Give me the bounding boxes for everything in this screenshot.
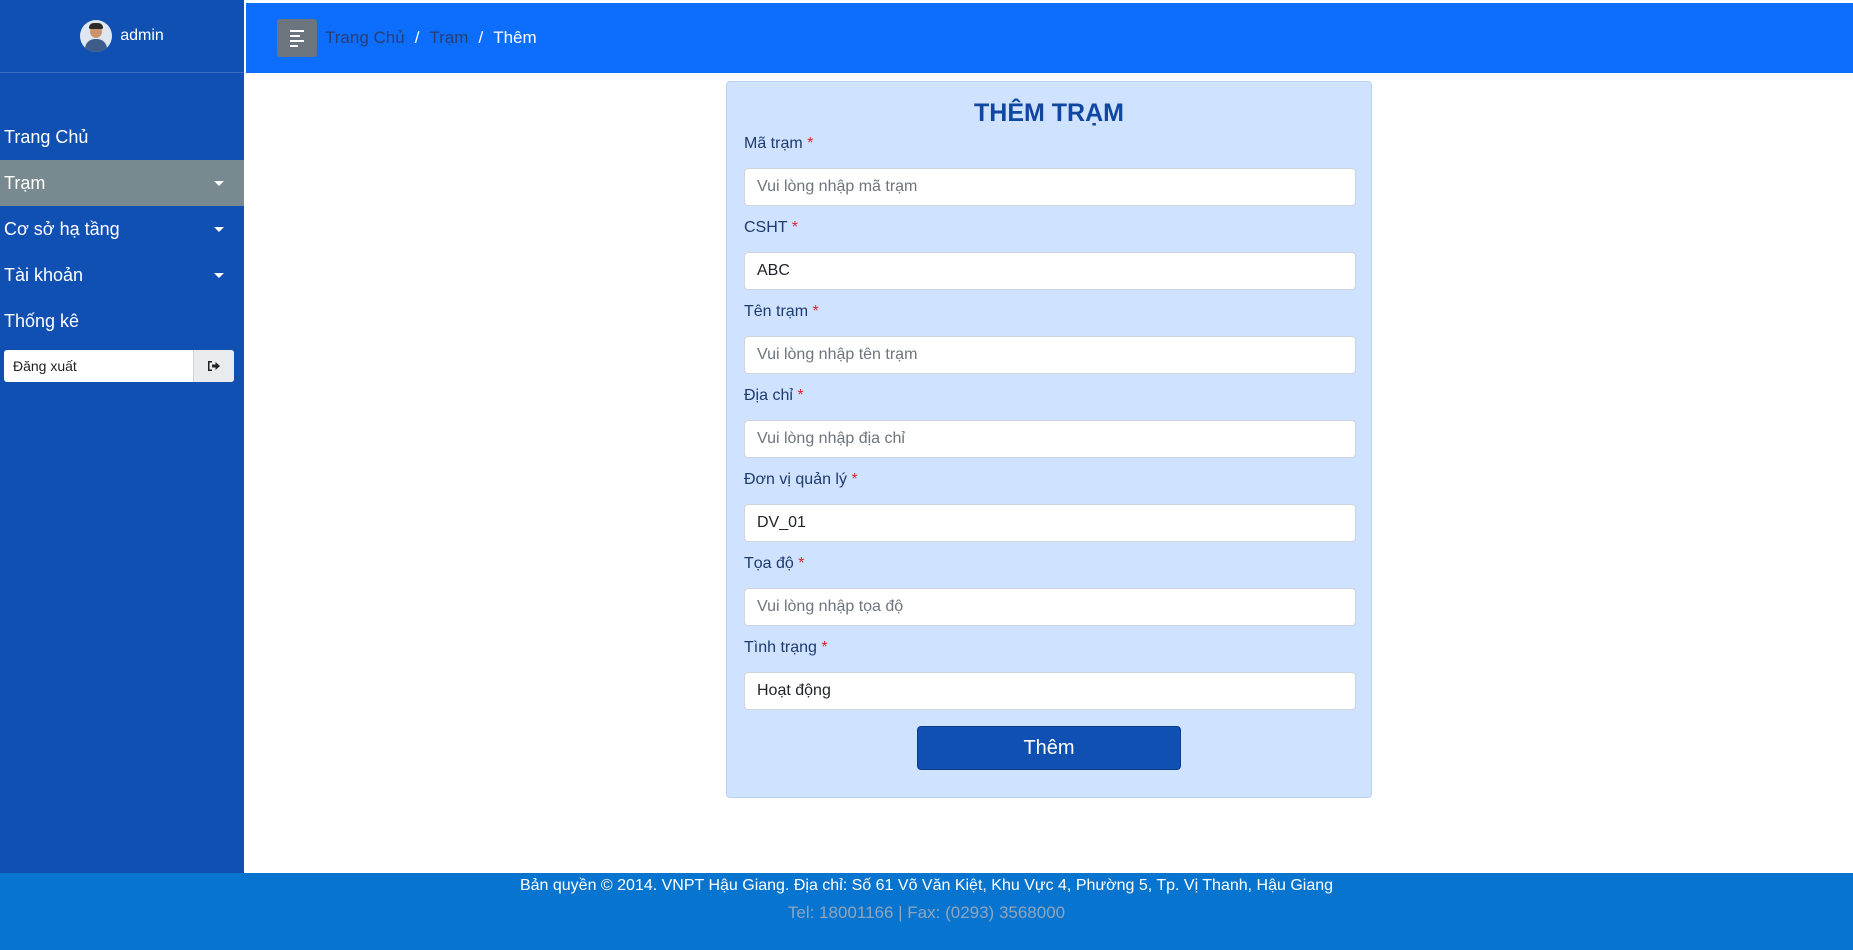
add-station-form: THÊM TRẠM Mã trạm * CSHT * Tên trạm * Đị… xyxy=(726,81,1372,798)
required-mark: * xyxy=(821,639,828,656)
sidebar-item-tai-khoan[interactable]: Tài khoản xyxy=(0,252,244,298)
sidebar: admin Trang Chủ Trạm Cơ sở hạ tầng Tài k… xyxy=(0,0,244,873)
logout-label[interactable]: Đăng xuất xyxy=(4,350,193,382)
user-area: admin xyxy=(0,0,244,73)
field-label: CSHT * xyxy=(744,219,798,236)
menu-toggle-icon[interactable] xyxy=(277,19,317,57)
sign-out-icon[interactable] xyxy=(193,350,234,382)
required-mark: * xyxy=(797,387,804,404)
field-label: Mã trạm * xyxy=(744,135,814,152)
don-vi-quan-ly-input[interactable] xyxy=(744,504,1356,542)
sidebar-item-label: Trang Chủ xyxy=(4,126,89,147)
caret-down-icon xyxy=(214,180,224,186)
required-mark: * xyxy=(807,135,814,152)
breadcrumb: Trang Chủ / Trạm / Thêm xyxy=(325,28,537,48)
ten-tram-input[interactable] xyxy=(744,336,1356,374)
field-ten-tram: Tên trạm * xyxy=(744,300,1356,374)
ma-tram-input[interactable] xyxy=(744,168,1356,206)
breadcrumb-separator: / xyxy=(414,28,420,47)
required-mark: * xyxy=(851,471,858,488)
top-header: Trang Chủ / Trạm / Thêm xyxy=(246,3,1853,73)
sidebar-item-label: Tài khoản xyxy=(4,264,84,285)
sidebar-item-co-so-ha-tang[interactable]: Cơ sở hạ tầng xyxy=(0,206,244,252)
sidebar-item-thong-ke[interactable]: Thống kê xyxy=(0,298,244,344)
required-mark: * xyxy=(812,303,819,320)
sidebar-item-trang-chu[interactable]: Trang Chủ xyxy=(0,114,244,160)
form-title: THÊM TRẠM xyxy=(974,99,1124,127)
footer: Bản quyền © 2014. VNPT Hậu Giang. Địa ch… xyxy=(0,873,1853,950)
dia-chi-input[interactable] xyxy=(744,420,1356,458)
sidebar-item-label: Trạm xyxy=(4,172,46,193)
breadcrumb-separator: / xyxy=(478,28,484,47)
sidebar-item-tram[interactable]: Trạm xyxy=(0,160,244,206)
caret-down-icon xyxy=(214,226,224,232)
toa-do-input[interactable] xyxy=(744,588,1356,626)
field-don-vi-quan-ly: Đơn vị quản lý * xyxy=(744,468,1356,542)
field-label: Đơn vị quản lý * xyxy=(744,471,858,488)
required-mark: * xyxy=(798,555,805,572)
field-label: Tên trạm * xyxy=(744,303,819,320)
footer-copyright: Bản quyền © 2014. VNPT Hậu Giang. Địa ch… xyxy=(519,877,1334,894)
caret-down-icon xyxy=(214,272,224,278)
breadcrumb-home[interactable]: Trang Chủ xyxy=(325,28,405,48)
field-toa-do: Tọa độ * xyxy=(744,552,1356,626)
field-dia-chi: Địa chỉ * xyxy=(744,384,1356,458)
logout-group[interactable]: Đăng xuất xyxy=(4,350,234,382)
submit-button[interactable]: Thêm xyxy=(917,726,1181,770)
csht-input[interactable] xyxy=(744,252,1356,290)
field-label: Địa chỉ * xyxy=(744,387,804,404)
submit-wrap: Thêm xyxy=(744,726,1354,770)
sidebar-menu: Trang Chủ Trạm Cơ sở hạ tầng Tài khoản T… xyxy=(0,114,244,344)
avatar[interactable] xyxy=(80,20,113,52)
tinh-trang-input[interactable] xyxy=(744,672,1356,710)
field-label: Tọa độ * xyxy=(744,555,805,572)
required-mark: * xyxy=(791,219,798,236)
breadcrumb-current: Thêm xyxy=(493,28,537,47)
field-label: Tình trạng * xyxy=(744,639,828,656)
user-name[interactable]: admin xyxy=(120,27,164,45)
footer-contact: Tel: 18001166 | Fax: (0293) 3568000 xyxy=(787,903,1066,922)
field-tinh-trang: Tình trạng * xyxy=(744,636,1356,710)
sidebar-item-label: Cơ sở hạ tầng xyxy=(4,218,120,239)
field-ma-tram: Mã trạm * xyxy=(744,132,1356,206)
breadcrumb-tram[interactable]: Trạm xyxy=(429,28,468,48)
field-csht: CSHT * xyxy=(744,216,1356,290)
sidebar-item-label: Thống kê xyxy=(4,310,80,331)
